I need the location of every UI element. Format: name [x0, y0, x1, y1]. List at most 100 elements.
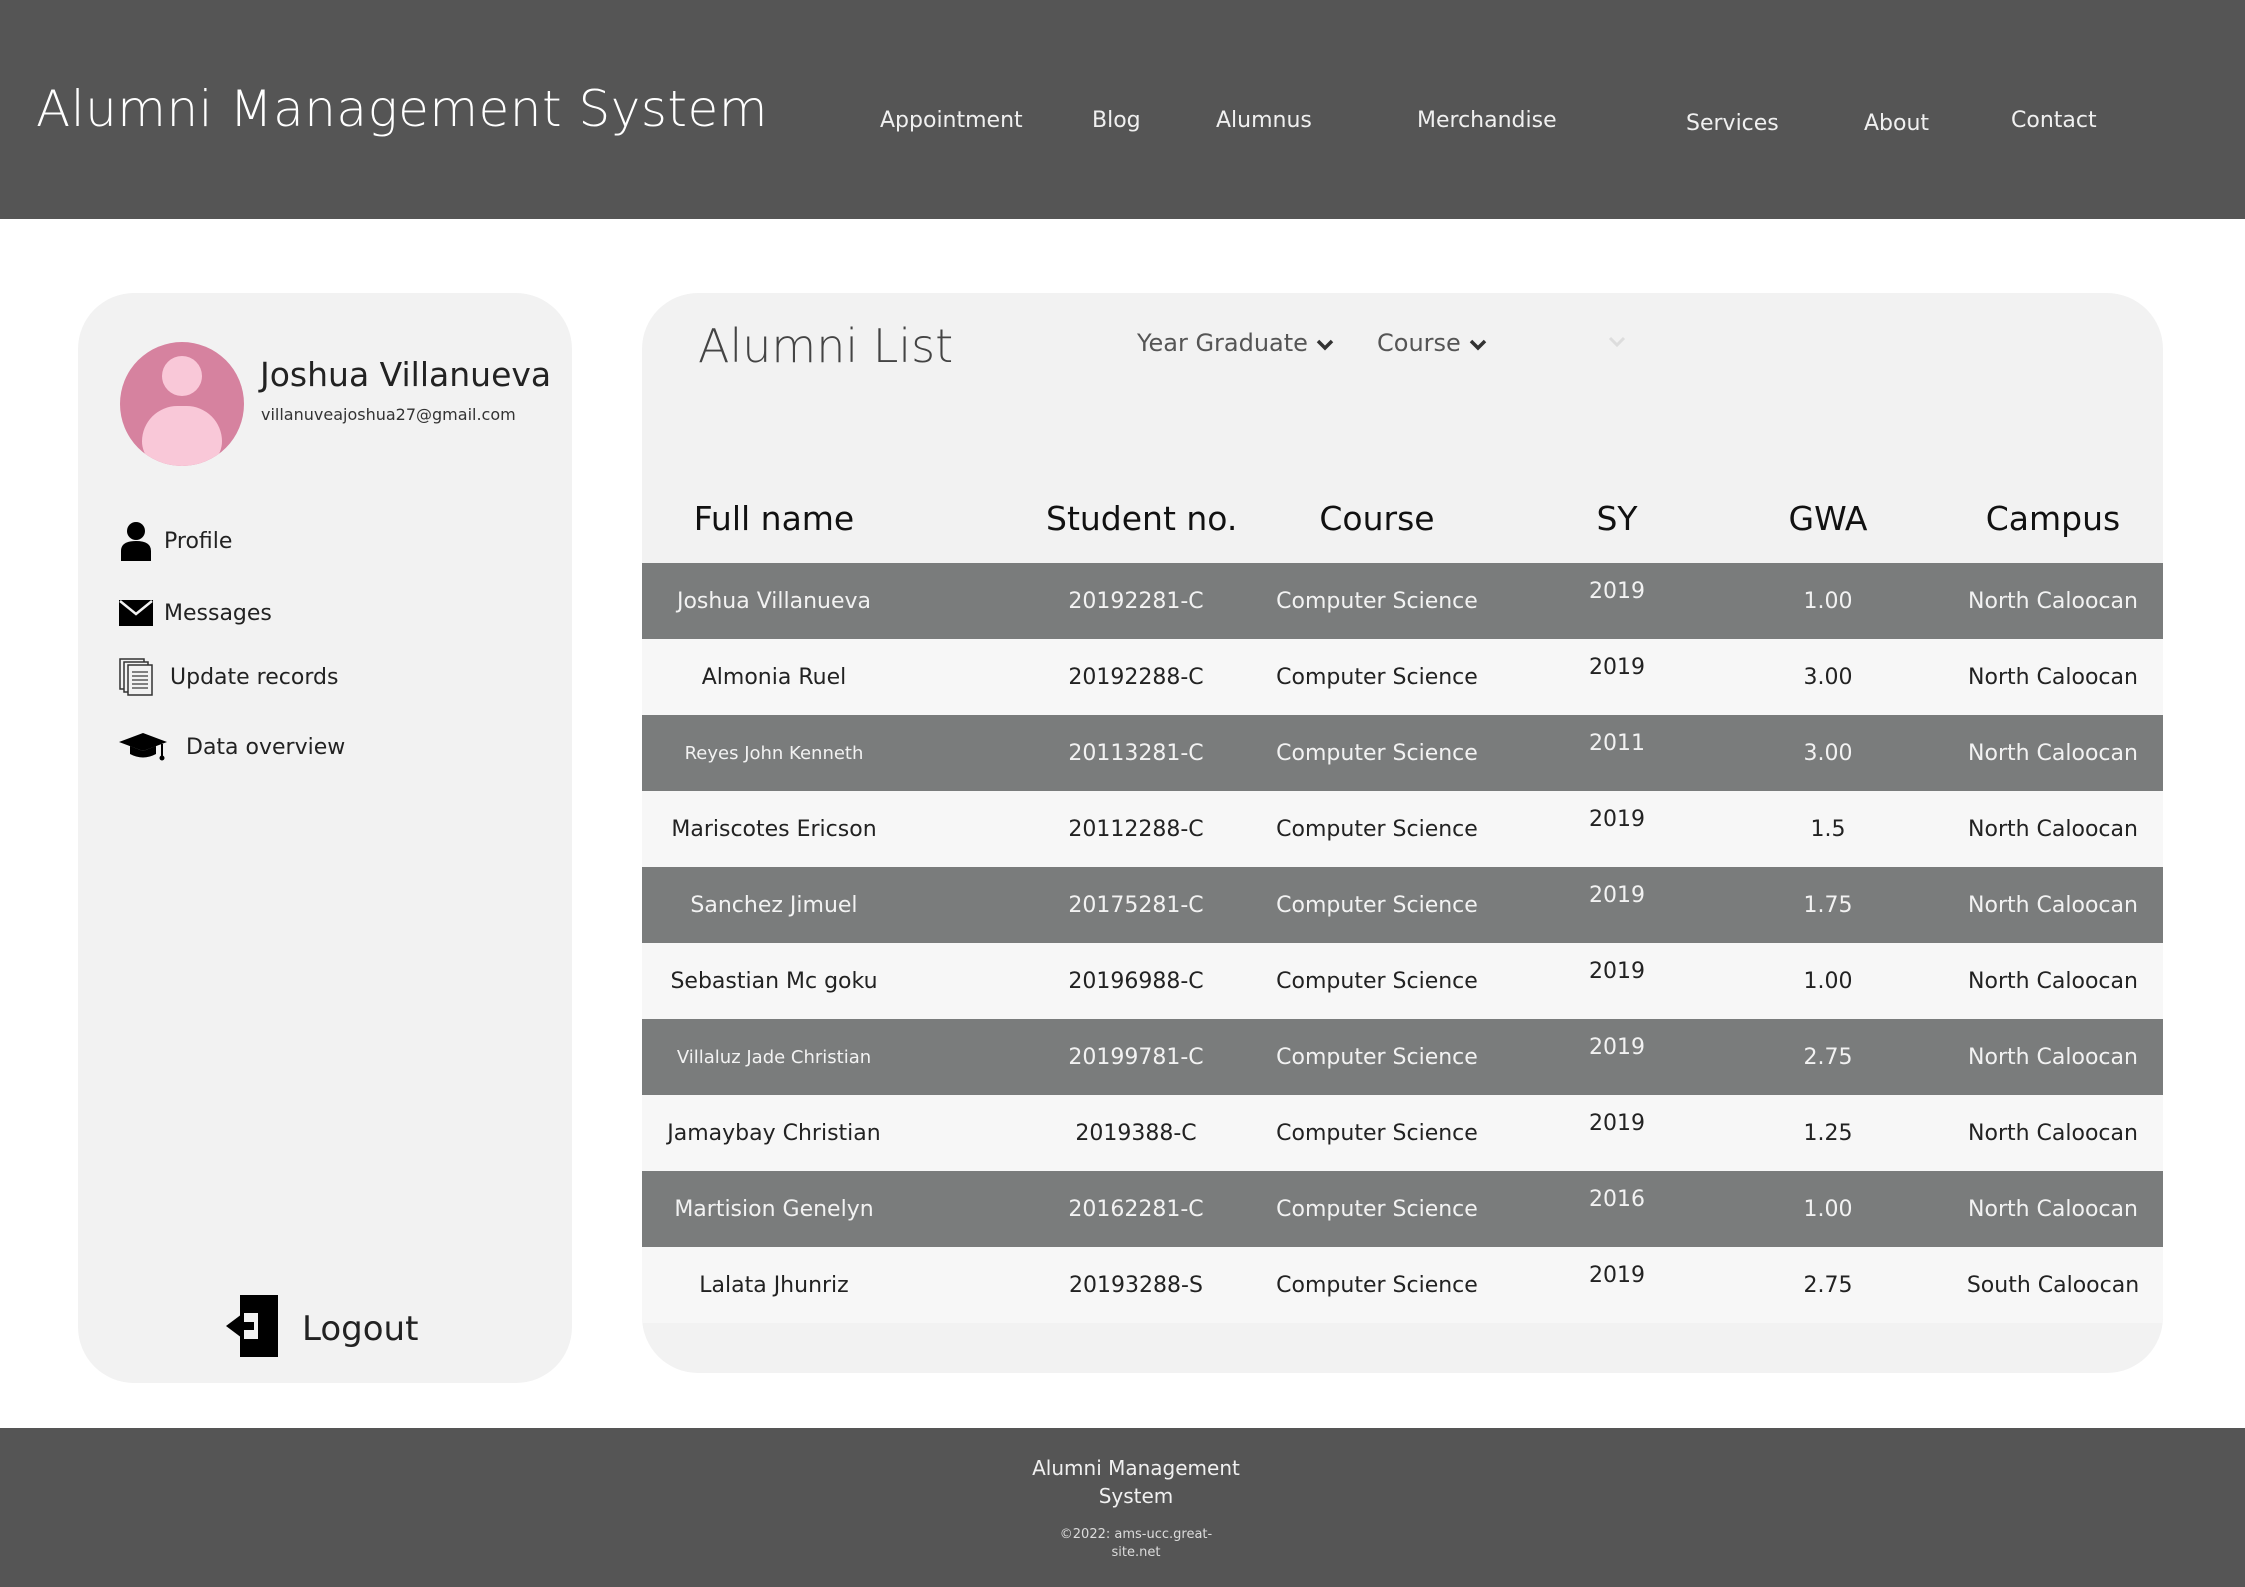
cell-campus: North Caloocan	[1968, 588, 2138, 614]
cell-course: Computer Science	[1276, 892, 1478, 918]
cell-full-name: Lalata Jhunriz	[699, 1272, 849, 1298]
cell-gwa: 1.75	[1803, 892, 1853, 918]
documents-icon	[118, 657, 154, 697]
table-row[interactable]: Villaluz Jade Christian 20199781-C Compute…	[642, 1019, 2163, 1095]
cell-course: Computer Science	[1276, 816, 1478, 842]
filter-extra-dropdown[interactable]	[1602, 329, 1632, 359]
sidebar-item-label: Data overview	[186, 734, 346, 760]
cell-student-no: 20113281-C	[1068, 740, 1204, 766]
column-header-campus[interactable]: Campus	[1963, 499, 2143, 538]
table-row[interactable]: Sebastian Mc goku 20196988-C Computer Scie…	[642, 943, 2163, 1019]
nav-contact[interactable]: Contact	[2011, 108, 2097, 133]
cell-student-no: 20192288-C	[1068, 664, 1204, 690]
nav-services[interactable]: Services	[1686, 111, 1779, 136]
chevron-down-icon	[1469, 329, 1487, 357]
cell-campus: North Caloocan	[1968, 816, 2138, 842]
cell-sy: 2019	[1589, 1111, 1645, 1136]
nav-merchandise[interactable]: Merchandise	[1417, 108, 1557, 133]
cell-sy: 2011	[1589, 731, 1645, 756]
cell-gwa: 1.5	[1810, 816, 1846, 842]
cell-course: Computer Science	[1276, 664, 1478, 690]
cell-sy: 2019	[1589, 1035, 1645, 1060]
cell-course: Computer Science	[1276, 968, 1478, 994]
table-row[interactable]: Joshua Villanueva 20192281-C Computer Scie…	[642, 563, 2163, 639]
column-header-course[interactable]: Course	[1287, 499, 1467, 538]
sidebar-item-label: Messages	[164, 600, 272, 626]
cell-gwa: 3.00	[1803, 740, 1853, 766]
graduation-cap-icon	[118, 727, 168, 767]
filter-course[interactable]: Course	[1377, 329, 1487, 357]
cell-campus: North Caloocan	[1968, 664, 2138, 690]
cell-campus: South Caloocan	[1966, 1272, 2140, 1298]
cell-student-no: 20162281-C	[1068, 1196, 1204, 1222]
cell-full-name: Joshua Villanueva	[676, 588, 872, 614]
filter-label: Year Graduate	[1137, 329, 1308, 357]
cell-full-name: Sanchez Jimuel	[690, 892, 858, 918]
table-row[interactable]: Almonia Ruel 20192288-C Computer Science 20…	[642, 639, 2163, 715]
cell-student-no: 20196988-C	[1068, 968, 1204, 994]
cell-sy: 2019	[1589, 655, 1645, 680]
column-header-full-name[interactable]: Full name	[642, 499, 906, 538]
cell-student-no: 20199781-C	[1068, 1044, 1204, 1070]
sidebar-item-update-records[interactable]: Update records	[118, 655, 338, 699]
avatar-body	[142, 406, 222, 466]
sidebar-item-messages[interactable]: Messages	[118, 591, 272, 635]
cell-full-name: Jamaybay Christian	[667, 1120, 881, 1146]
user-icon	[118, 521, 154, 561]
sidebar-item-profile[interactable]: Profile	[118, 519, 232, 563]
footer-title: Alumni Management System	[1032, 1456, 1240, 1508]
cell-gwa: 1.25	[1803, 1120, 1853, 1146]
chevron-down-icon	[1608, 335, 1626, 353]
cell-campus: North Caloocan	[1968, 1120, 2138, 1146]
cell-sy: 2019	[1589, 579, 1645, 604]
cell-full-name: Martision Genelyn	[674, 1196, 874, 1222]
table-row[interactable]: Reyes John Kenneth 20113281-C Computer Sci…	[642, 715, 2163, 791]
footer-copyright: ©2022: ams-ucc.great-site.net	[1059, 1527, 1213, 1560]
cell-gwa: 1.00	[1803, 588, 1853, 614]
cell-sy: 2019	[1589, 1263, 1645, 1288]
cell-gwa: 2.75	[1803, 1272, 1853, 1298]
column-header-sy[interactable]: SY	[1527, 499, 1707, 538]
cell-campus: North Caloocan	[1968, 1044, 2138, 1070]
column-header-gwa[interactable]: GWA	[1738, 499, 1918, 538]
filter-year-graduate[interactable]: Year Graduate	[1137, 329, 1334, 357]
table-row[interactable]: Lalata Jhunriz 20193288-S Computer Science…	[642, 1247, 2163, 1323]
cell-campus: North Caloocan	[1968, 1196, 2138, 1222]
table-row[interactable]: Jamaybay Christian 2019388-C Computer Scie…	[642, 1095, 2163, 1171]
sidebar: Joshua Villanueva villanuveajoshua27@gma…	[78, 293, 572, 1383]
cell-student-no: 20112288-C	[1068, 816, 1204, 842]
cell-full-name: Sebastian Mc goku	[670, 968, 878, 994]
column-header-student-no[interactable]: Student no.	[1046, 499, 1237, 538]
nav-about[interactable]: About	[1864, 111, 1929, 136]
table-row[interactable]: Martision Genelyn 20162281-C Computer Scie…	[642, 1171, 2163, 1247]
user-email: villanuveajoshua27@gmail.com	[261, 405, 516, 424]
cell-student-no: 20193288-S	[1069, 1272, 1203, 1298]
envelope-icon	[118, 593, 154, 633]
cell-sy: 2016	[1589, 1187, 1645, 1212]
cell-course: Computer Science	[1276, 1272, 1478, 1298]
cell-course: Computer Science	[1276, 1120, 1478, 1146]
nav-alumnus[interactable]: Alumnus	[1216, 108, 1312, 133]
cell-campus: North Caloocan	[1968, 968, 2138, 994]
cell-gwa: 3.00	[1803, 664, 1853, 690]
sidebar-item-data-overview[interactable]: Data overview	[118, 725, 345, 769]
cell-course: Computer Science	[1276, 1044, 1478, 1070]
filter-label: Course	[1377, 329, 1461, 357]
cell-gwa: 2.75	[1803, 1044, 1853, 1070]
top-navbar: Alumni Management System Appointment Blo…	[0, 0, 2245, 219]
app-title: Alumni Management System	[36, 80, 768, 138]
nav-appointment[interactable]: Appointment	[880, 108, 1023, 133]
cell-gwa: 1.00	[1803, 1196, 1853, 1222]
footer: Alumni Management System ©2022: ams-ucc.…	[0, 1428, 2245, 1587]
table-row[interactable]: Sanchez Jimuel 20175281-C Computer Science…	[642, 867, 2163, 943]
avatar[interactable]	[120, 342, 244, 466]
cell-full-name: Almonia Ruel	[701, 664, 847, 690]
table-row[interactable]: Mariscotes Ericson 20112288-C Computer Sci…	[642, 791, 2163, 867]
cell-full-name: Villaluz Jade Christian	[676, 1046, 872, 1068]
logout-button[interactable]: Logout	[224, 1293, 418, 1364]
cell-gwa: 1.00	[1803, 968, 1853, 994]
nav-blog[interactable]: Blog	[1092, 108, 1141, 133]
cell-full-name: Mariscotes Ericson	[671, 816, 877, 842]
cell-sy: 2019	[1589, 959, 1645, 984]
sidebar-item-label: Profile	[164, 528, 233, 554]
